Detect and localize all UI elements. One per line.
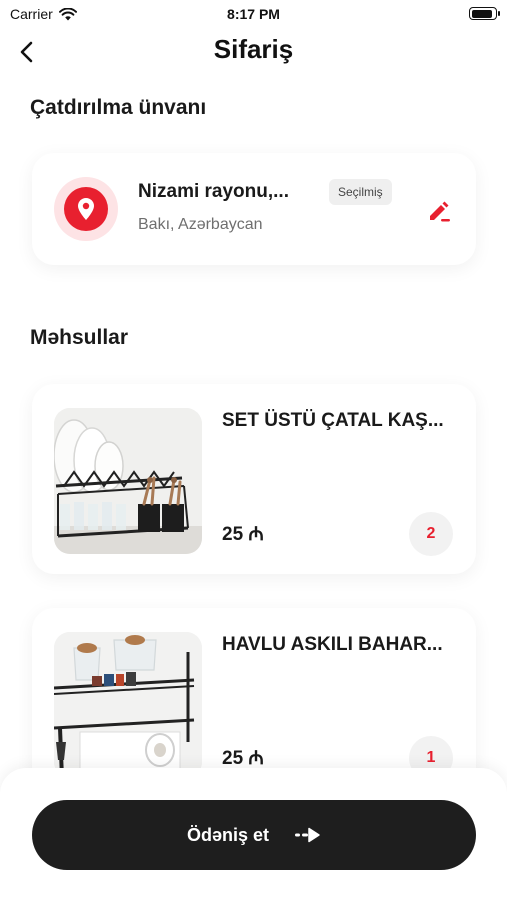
edit-pencil-icon bbox=[430, 201, 450, 222]
checkout-sheet: Ödəniş et bbox=[0, 768, 507, 900]
product-card[interactable]: SET ÜSTÜ ÇATAL KAŞ... 25 ₼ 2 bbox=[32, 384, 476, 574]
products-section-title: Məhsullar bbox=[30, 326, 129, 349]
dish-rack-image bbox=[54, 408, 202, 554]
pay-button[interactable]: Ödəniş et bbox=[32, 800, 476, 870]
product-name: SET ÜSTÜ ÇATAL KAŞ... bbox=[222, 410, 444, 431]
towel-rack-image bbox=[54, 632, 202, 778]
battery-level bbox=[471, 9, 492, 18]
quantity-badge[interactable]: 2 bbox=[409, 512, 453, 556]
nav-bar: Sifariş bbox=[0, 28, 507, 76]
edit-address-button[interactable] bbox=[426, 197, 452, 223]
delivery-section-title: Çatdırılma ünvanı bbox=[30, 96, 207, 119]
selected-badge: Seçilmiş bbox=[329, 179, 392, 205]
location-badge bbox=[54, 177, 118, 241]
product-image bbox=[54, 408, 202, 554]
arrow-right-icon bbox=[295, 827, 320, 843]
address-card[interactable]: Nizami rayonu,... Bakı, Azərbaycan Seçil… bbox=[32, 153, 476, 265]
status-time: 8:17 PM bbox=[227, 6, 280, 22]
page-title: Sifariş bbox=[213, 34, 294, 64]
status-bar: Carrier 8:17 PM bbox=[0, 0, 507, 28]
address-name: Nizami rayonu,... bbox=[138, 181, 289, 202]
product-price: 25 ₼ bbox=[222, 748, 264, 769]
location-pin-icon bbox=[78, 198, 94, 220]
product-image bbox=[54, 632, 202, 778]
product-price: 25 ₼ bbox=[222, 524, 264, 545]
address-city: Bakı, Azərbaycan bbox=[138, 216, 263, 233]
pay-button-label: Ödəniş et bbox=[186, 824, 270, 845]
battery-icon bbox=[469, 7, 500, 20]
product-name: HAVLU ASKILI BAHAR... bbox=[222, 634, 443, 655]
